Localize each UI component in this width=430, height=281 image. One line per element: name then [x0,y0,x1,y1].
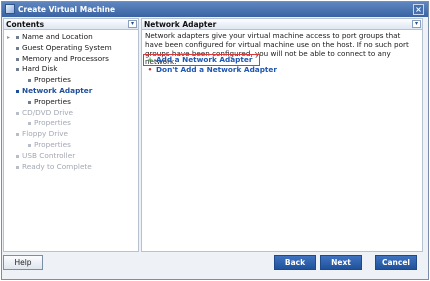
step-list: ▸ Name and Location Guest Operating Syst… [4,32,138,172]
contents-collapse-button[interactable]: ▾ [128,20,137,28]
selection-highlight [143,54,260,66]
bullet-icon [16,89,19,93]
bullet-icon [16,57,19,61]
step-label: USB Controller [22,150,76,160]
step-usb-controller: USB Controller [4,151,138,162]
bullet-icon [28,79,31,83]
step-cd-dvd-drive: CD/DVD Drive [4,108,138,119]
step-label: Memory and Processors [22,53,109,63]
contents-header-label: Contents [6,20,45,29]
bullet-icon [16,133,19,137]
bullet-icon [16,165,19,169]
next-button[interactable]: Next [320,255,362,270]
step-guest-os[interactable]: Guest Operating System [4,43,138,54]
step-hard-disk-properties[interactable]: Properties [4,75,138,86]
step-label: Network Adapter [22,85,93,95]
step-hard-disk[interactable]: Hard Disk [4,64,138,75]
step-label: Guest Operating System [22,42,112,52]
contents-pane: Contents ▾ ▸ Name and Location Guest Ope… [3,18,139,252]
close-button[interactable]: × [413,4,424,15]
step-cd-dvd-properties: Properties [4,118,138,129]
step-label: Name and Location [22,32,93,41]
chevron-down-icon: ▾ [130,20,134,27]
bullet-icon [28,100,31,104]
bullet-icon [16,46,19,50]
cancel-button[interactable]: Cancel [375,255,417,270]
remove-icon: • [147,65,153,74]
main-header: Network Adapter ▾ [142,19,422,30]
step-label: Properties [34,118,71,128]
step-label: Properties [34,75,71,85]
step-label: Hard Disk [22,64,58,74]
step-floppy-properties: Properties [4,140,138,151]
bullet-icon [16,111,19,115]
bullet-icon [16,154,19,158]
dont-add-network-adapter-label: Don't Add a Network Adapter [156,65,277,74]
expand-icon: ▸ [7,34,11,41]
step-memory-processors[interactable]: Memory and Processors [4,54,138,65]
step-label: Ready to Complete [22,161,92,171]
bullet-icon [28,122,31,126]
chevron-down-icon: ▾ [414,20,418,27]
step-name-and-location[interactable]: ▸ Name and Location [4,32,138,43]
window-title: Create Virtual Machine [18,5,116,14]
main-collapse-button[interactable]: ▾ [412,20,421,28]
bullet-icon [28,143,31,147]
step-label: CD/DVD Drive [22,107,74,117]
step-floppy-drive: Floppy Drive [4,129,138,140]
step-label: Properties [34,96,71,106]
step-network-properties[interactable]: Properties [4,97,138,108]
window-icon [5,4,15,14]
bullet-icon [16,36,19,39]
step-ready-to-complete: Ready to Complete [4,162,138,173]
main-header-label: Network Adapter [144,20,217,29]
step-label: Floppy Drive [22,129,69,139]
title-bar: Create Virtual Machine × [2,2,428,17]
step-network-adapter[interactable]: Network Adapter [4,86,138,97]
back-button[interactable]: Back [274,255,316,270]
step-label: Properties [34,139,71,149]
help-button[interactable]: Help [3,255,43,270]
close-icon: × [415,5,422,14]
bullet-icon [16,68,19,72]
contents-header: Contents ▾ [4,19,138,30]
